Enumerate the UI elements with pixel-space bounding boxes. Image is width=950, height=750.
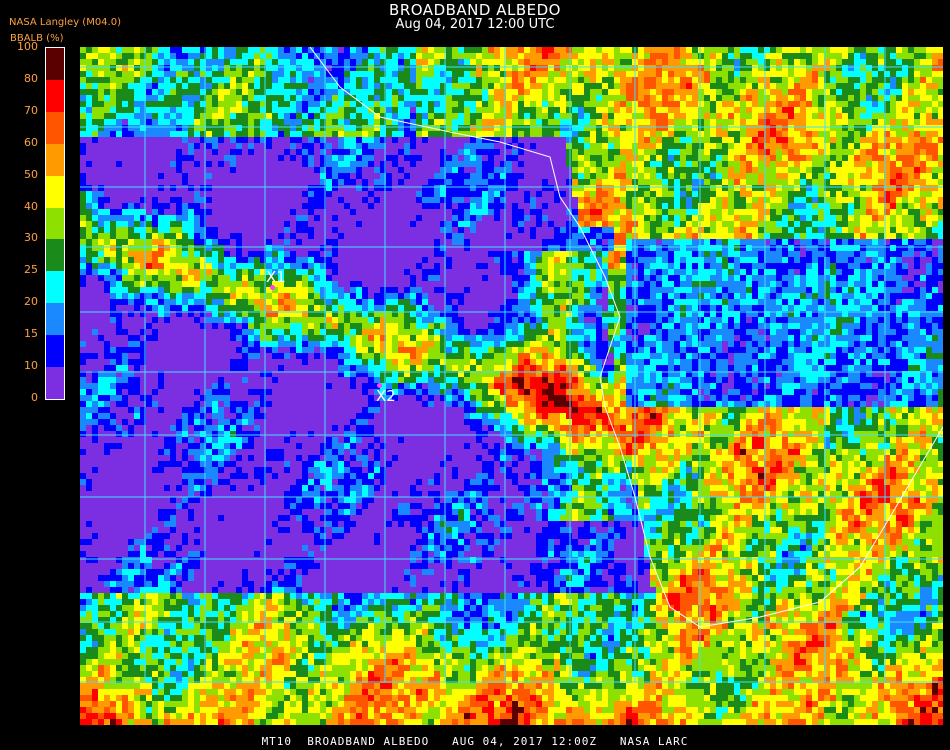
colorbar-band	[46, 175, 64, 209]
marker-x1-label: X1	[266, 268, 286, 286]
albedo-raster	[80, 47, 943, 725]
colorbar-tick-label: 50	[24, 167, 38, 181]
colorbar-band	[46, 143, 64, 177]
colorbar-tick-label: 100	[17, 40, 38, 53]
colorbar-band	[46, 335, 64, 368]
marker-x2-label: X2	[376, 387, 396, 405]
colorbar-legend	[45, 47, 65, 400]
colorbar-tick-label: 15	[24, 327, 38, 341]
colorbar-tick-label: 10	[24, 359, 38, 373]
colorbar-band	[46, 239, 64, 272]
colorbar-band	[46, 367, 64, 400]
colorbar-tick-label: 70	[24, 103, 38, 117]
colorbar-band	[46, 207, 64, 240]
colorbar-tick-label: 25	[24, 263, 38, 277]
map-footer: MT10 BROADBAND ALBEDO AUG 04, 2017 12:00…	[261, 735, 689, 748]
colorbar-tick-label: 0	[31, 391, 38, 404]
colorbar-band	[46, 111, 64, 145]
colorbar-band	[46, 48, 64, 81]
colorbar-tick-label: 20	[24, 295, 38, 309]
colorbar-tick-label: 60	[24, 135, 38, 149]
albedo-map-view: BROADBAND ALBEDO Aug 04, 2017 12:00 UTC …	[0, 0, 950, 750]
satellite-albedo-map[interactable]	[80, 47, 943, 725]
colorbar-tick-label: 40	[24, 199, 38, 213]
colorbar-band	[46, 303, 64, 336]
colorbar-band	[46, 271, 64, 304]
colorbar-tick-label: 30	[24, 231, 38, 245]
map-timestamp: Aug 04, 2017 12:00 UTC	[395, 17, 555, 32]
colorbar-band	[46, 79, 64, 113]
source-label: NASA Langley (M04.0)	[9, 17, 121, 28]
colorbar-tick-label: 80	[24, 71, 38, 85]
